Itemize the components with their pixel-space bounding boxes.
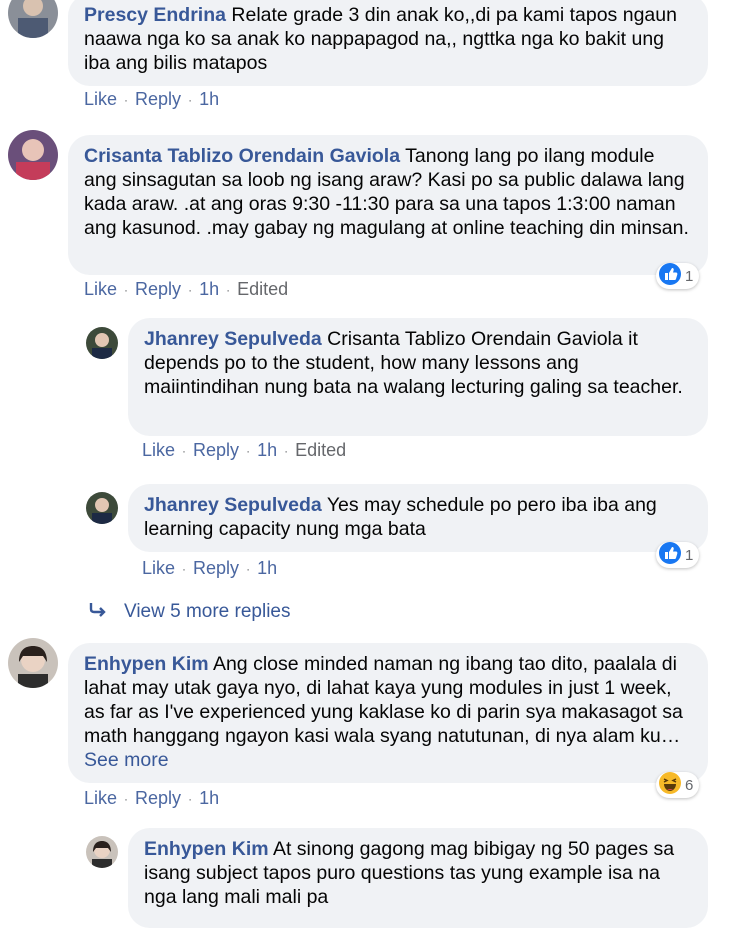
like-link[interactable]: Like bbox=[84, 89, 117, 110]
separator-dot: · bbox=[188, 282, 193, 297]
comment-author[interactable]: Enhypen Kim bbox=[144, 838, 269, 860]
like-link[interactable]: Like bbox=[142, 440, 175, 461]
comment-actions: Like · Reply · 1h bbox=[84, 89, 219, 110]
comment-actions: Like · Reply · 1h bbox=[84, 788, 219, 809]
avatar[interactable] bbox=[8, 638, 58, 688]
like-icon bbox=[659, 542, 681, 568]
comment-author[interactable]: Prescy Endrina bbox=[84, 4, 226, 26]
separator-dot: · bbox=[182, 561, 187, 576]
reaction-count: 1 bbox=[685, 546, 694, 564]
separator-dot: · bbox=[182, 443, 187, 458]
comment-actions: Like · Reply · 1h bbox=[142, 558, 277, 579]
reply-link[interactable]: Reply bbox=[193, 558, 239, 579]
separator-dot: · bbox=[124, 92, 129, 107]
avatar[interactable] bbox=[8, 0, 58, 38]
reply-bubble: Jhanrey Sepulveda Yes may schedule po pe… bbox=[128, 484, 708, 552]
edited-label: Edited bbox=[295, 440, 347, 460]
separator-dot: · bbox=[246, 561, 251, 576]
reply-link[interactable]: Reply bbox=[135, 279, 181, 300]
view-more-replies[interactable]: View 5 more replies bbox=[88, 601, 291, 623]
reply-link[interactable]: Reply bbox=[135, 89, 181, 110]
edited-label: Edited bbox=[237, 279, 289, 299]
comment-bubble: Enhypen Kim Ang close minded naman ng ib… bbox=[68, 643, 708, 783]
reply-link[interactable]: Reply bbox=[135, 788, 181, 809]
separator-dot: · bbox=[246, 443, 251, 458]
like-link[interactable]: Like bbox=[84, 788, 117, 809]
timestamp[interactable]: 1h bbox=[257, 558, 277, 579]
reaction-count: 6 bbox=[685, 776, 694, 794]
reply-link[interactable]: Reply bbox=[193, 440, 239, 461]
reply-bubble: Enhypen Kim At sinong gagong mag bibigay… bbox=[128, 828, 708, 928]
comment-author[interactable]: Jhanrey Sepulveda bbox=[144, 328, 322, 350]
separator-dot: · bbox=[124, 282, 129, 297]
like-icon bbox=[659, 263, 681, 289]
avatar[interactable] bbox=[86, 836, 118, 868]
separator-dot: · bbox=[124, 791, 129, 806]
avatar[interactable] bbox=[8, 130, 58, 180]
comment-author[interactable]: Jhanrey Sepulveda bbox=[144, 494, 322, 516]
like-link[interactable]: Like bbox=[142, 558, 175, 579]
timestamp[interactable]: 1h bbox=[199, 788, 219, 809]
view-more-label[interactable]: View 5 more replies bbox=[124, 601, 291, 623]
like-link[interactable]: Like bbox=[84, 279, 117, 300]
separator-dot: · bbox=[188, 92, 193, 107]
reaction-badge[interactable]: 1 bbox=[656, 263, 700, 289]
comment-author[interactable]: Crisanta Tablizo Orendain Gaviola bbox=[84, 145, 400, 167]
separator-dot: · bbox=[188, 791, 193, 806]
reply-bubble: Jhanrey Sepulveda Crisanta Tablizo Orend… bbox=[128, 318, 708, 436]
avatar[interactable] bbox=[86, 492, 118, 524]
separator-dot: · bbox=[284, 443, 289, 458]
separator-dot: · bbox=[226, 282, 231, 297]
timestamp[interactable]: 1h bbox=[199, 279, 219, 300]
comment-author[interactable]: Enhypen Kim bbox=[84, 653, 209, 675]
timestamp[interactable]: 1h bbox=[199, 89, 219, 110]
timestamp[interactable]: 1h bbox=[257, 440, 277, 461]
see-more-link[interactable]: See more bbox=[84, 749, 169, 771]
haha-icon bbox=[659, 772, 681, 798]
comment-actions: Like · Reply · 1h · Edited bbox=[84, 279, 288, 300]
reply-arrow-icon bbox=[88, 601, 108, 623]
avatar[interactable] bbox=[86, 327, 118, 359]
comment-actions: Like · Reply · 1h · Edited bbox=[142, 440, 346, 461]
reaction-badge[interactable]: 1 bbox=[656, 542, 700, 568]
comment-bubble: Prescy Endrina Relate grade 3 din anak k… bbox=[68, 0, 708, 86]
reaction-badge[interactable]: 6 bbox=[656, 772, 700, 798]
reaction-count: 1 bbox=[685, 267, 694, 285]
comment-bubble: Crisanta Tablizo Orendain Gaviola Tanong… bbox=[68, 135, 708, 275]
